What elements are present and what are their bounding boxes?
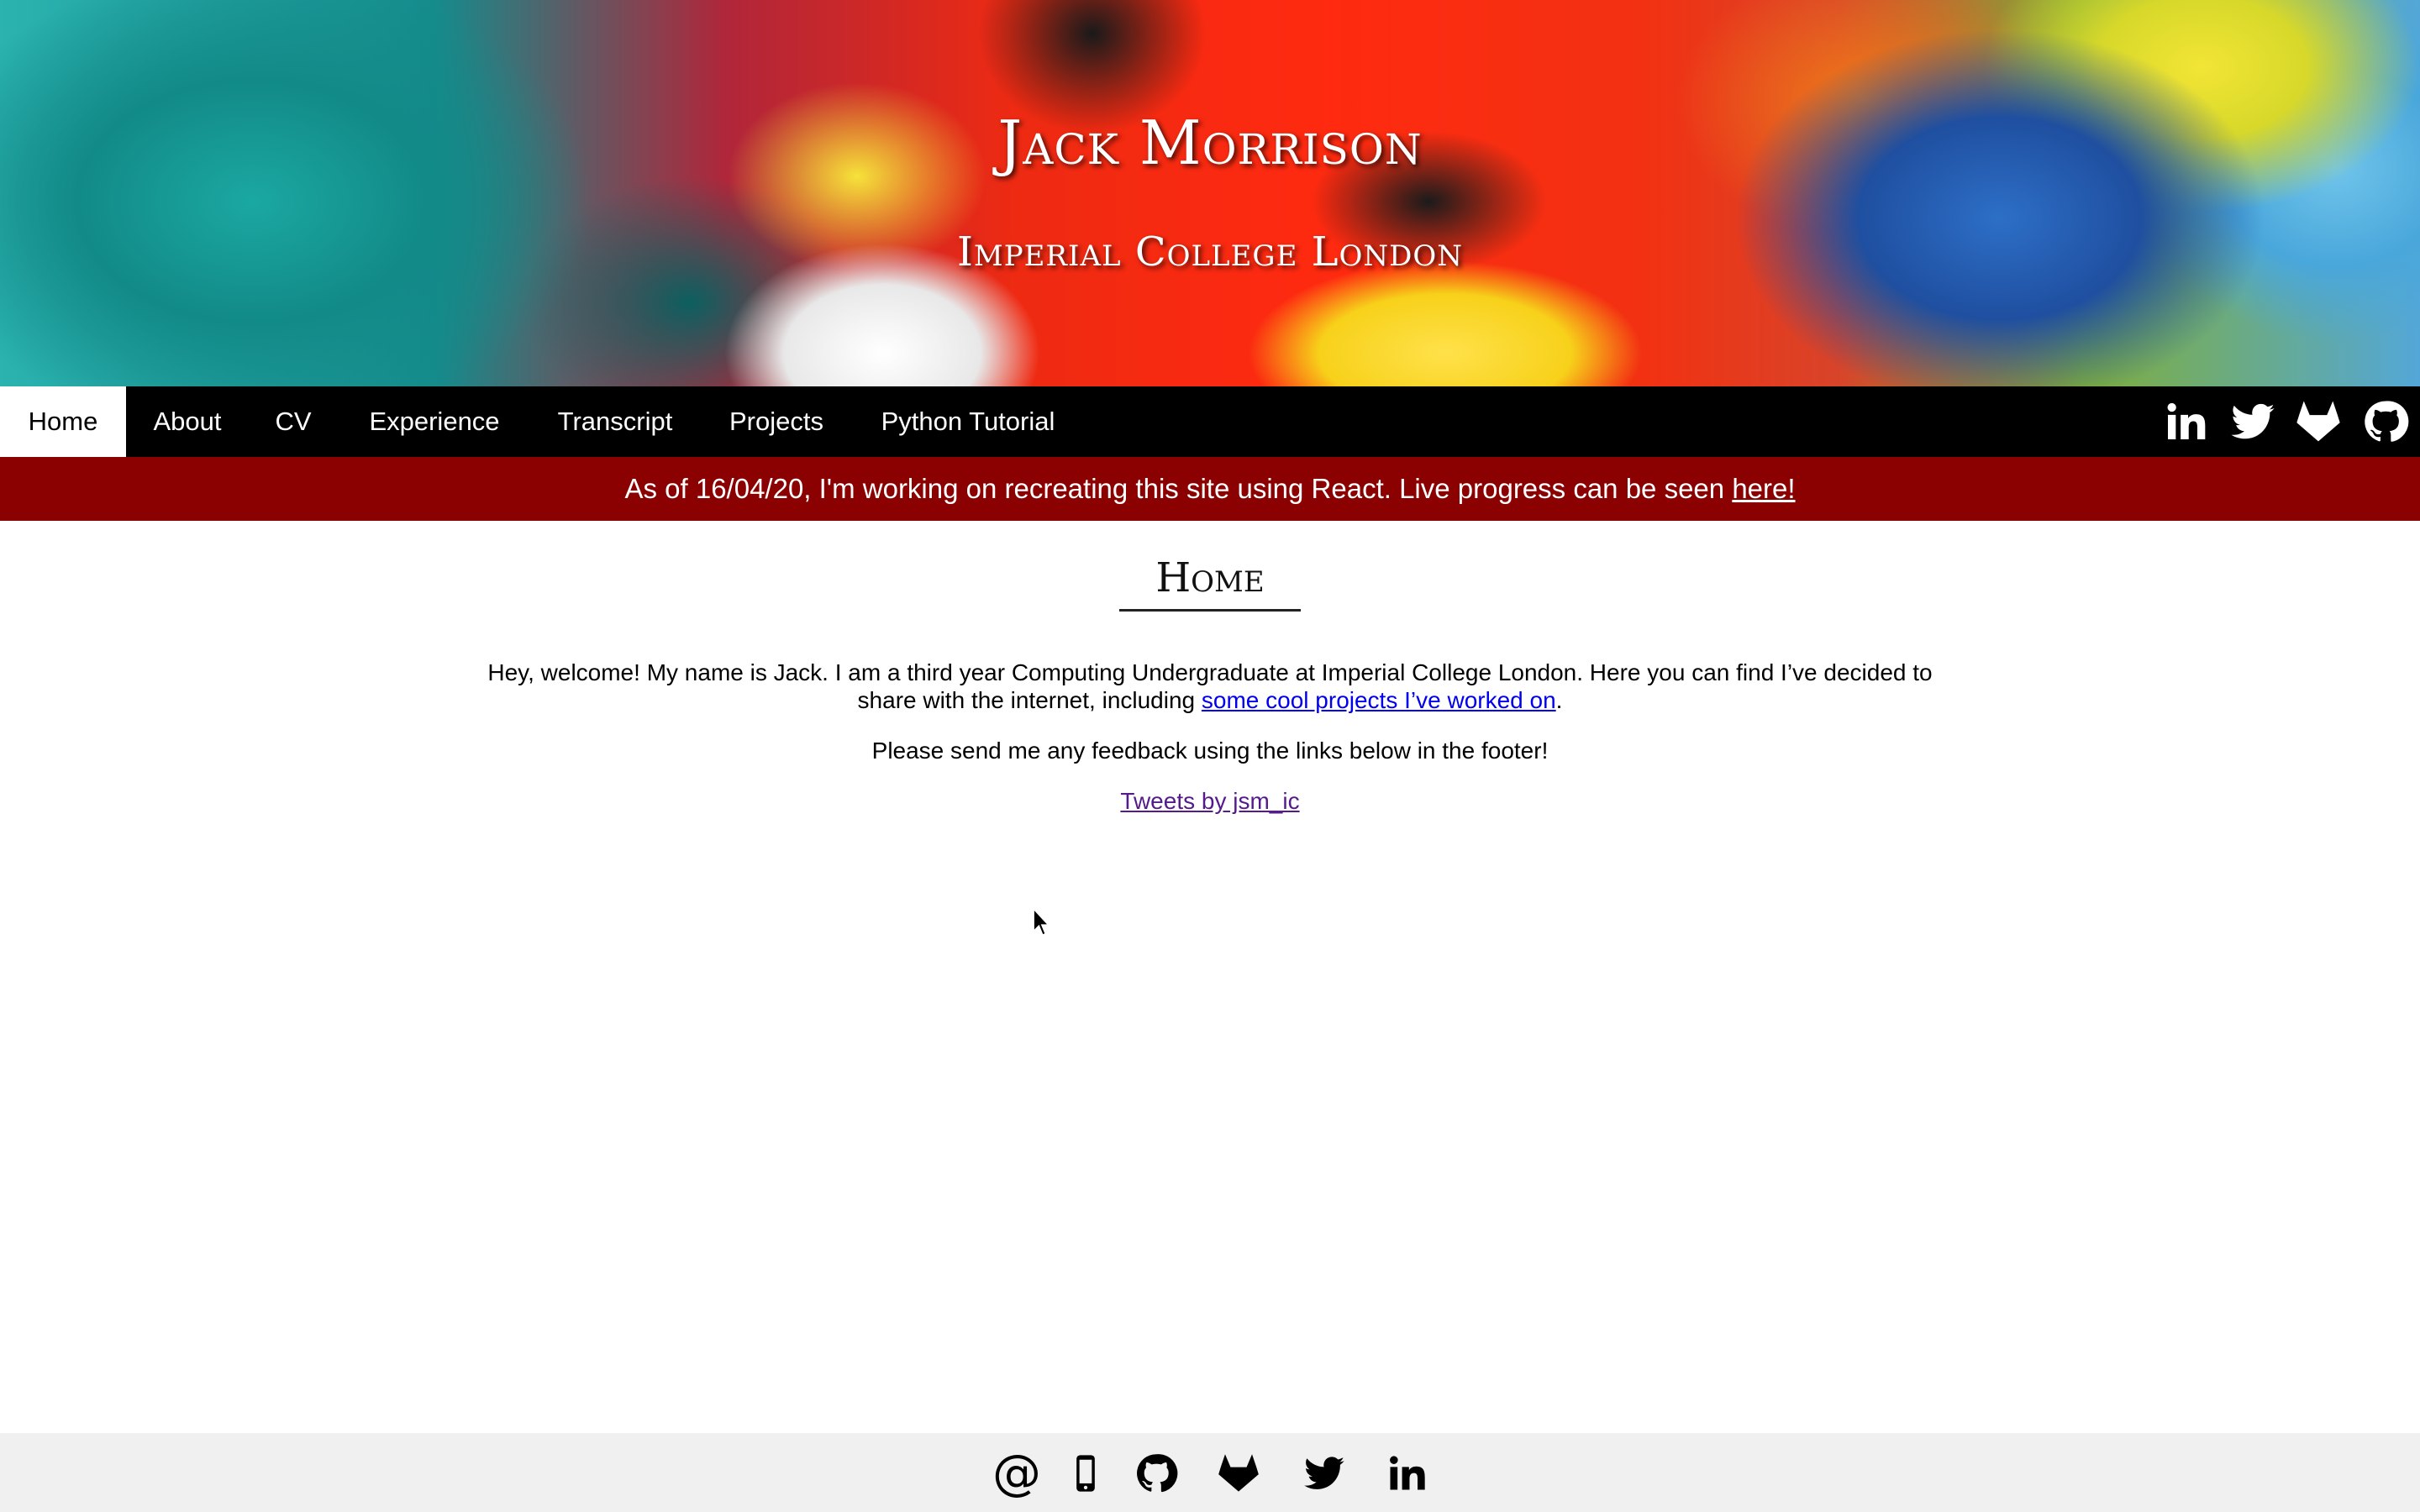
- nav-item-home[interactable]: Home: [0, 386, 126, 457]
- page-title: Home: [1155, 554, 1265, 601]
- title-underline: [1119, 609, 1301, 612]
- gitlab-icon[interactable]: [1215, 1452, 1262, 1495]
- site-title: Jack Morrison: [997, 108, 1423, 178]
- gitlab-icon[interactable]: [2292, 398, 2344, 445]
- twitter-icon[interactable]: [1301, 1452, 1348, 1495]
- footer: @: [0, 1433, 2420, 1512]
- nav-item-about[interactable]: About: [126, 386, 249, 457]
- tweets-link[interactable]: Tweets by jsm_ic: [1120, 788, 1299, 814]
- intro-paragraph: Hey, welcome! My name is Jack. I am a th…: [471, 659, 1949, 714]
- tweets-container: Tweets by jsm_ic: [0, 788, 2420, 815]
- github-icon[interactable]: [1133, 1452, 1180, 1495]
- nav-item-projects[interactable]: Projects: [699, 386, 854, 457]
- site-subtitle: Imperial College London: [956, 228, 1464, 276]
- linkedin-icon[interactable]: [2160, 398, 2212, 445]
- nav-item-cv[interactable]: CV: [249, 386, 338, 457]
- projects-link[interactable]: some cool projects I’ve worked on: [1202, 687, 1556, 713]
- linkedin-icon[interactable]: [1383, 1452, 1430, 1495]
- notice-text: As of 16/04/20, I'm working on recreatin…: [624, 473, 1733, 504]
- phone-icon[interactable]: [1062, 1452, 1109, 1495]
- header-banner: Jack Morrison Imperial College London: [0, 0, 2420, 386]
- github-icon[interactable]: [2360, 398, 2412, 445]
- notice-here-link[interactable]: here!: [1732, 473, 1795, 504]
- react-notice-banner: As of 16/04/20, I'm working on recreatin…: [0, 457, 2420, 521]
- twitter-icon[interactable]: [2227, 398, 2279, 445]
- main-nav: Home About CV Experience Transcript Proj…: [0, 386, 2420, 457]
- nav-item-python-tutorial[interactable]: Python Tutorial: [854, 386, 1082, 457]
- feedback-text: Please send me any feedback using the li…: [871, 738, 1549, 764]
- nav-item-transcript[interactable]: Transcript: [531, 386, 699, 457]
- email-icon[interactable]: @: [992, 1443, 1042, 1502]
- mouse-pointer-icon: [1032, 906, 1051, 937]
- nav-item-experience[interactable]: Experience: [338, 386, 531, 457]
- intro-end: .: [1555, 687, 1563, 713]
